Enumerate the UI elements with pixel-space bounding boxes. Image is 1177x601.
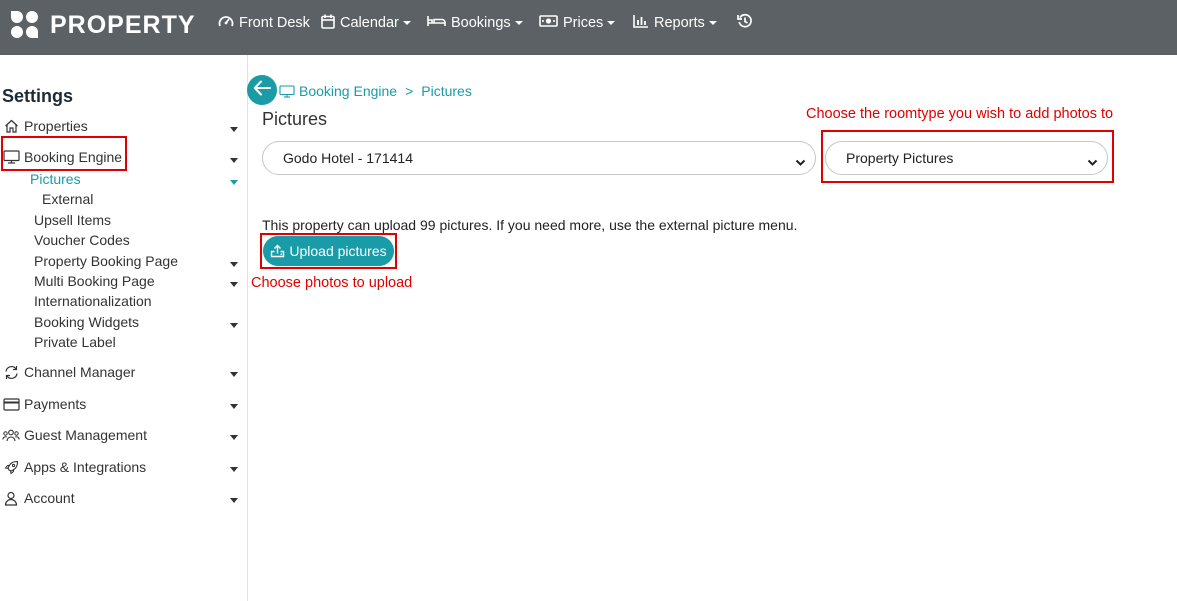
sidebar-subitem-upsell-items[interactable]: Upsell Items	[34, 212, 111, 228]
sidebar-subitem-pictures[interactable]: Pictures	[30, 171, 81, 187]
money-icon	[539, 15, 558, 31]
sidebar-subitem-multi-booking-page[interactable]: Multi Booking Page	[34, 273, 155, 289]
caret-down-icon[interactable]	[230, 282, 238, 287]
sidebar-subitem-voucher-codes[interactable]: Voucher Codes	[34, 232, 130, 248]
caret-down-icon[interactable]	[230, 372, 238, 377]
annotation-roomtype: Choose the roomtype you wish to add phot…	[806, 106, 1114, 122]
caret-down-icon	[708, 21, 717, 25]
caret-down-icon[interactable]	[230, 262, 238, 267]
sidebar-item-label: Payments	[24, 396, 87, 412]
property-select-value: Godo Hotel - 171414	[283, 150, 413, 166]
sidebar-item-label: Channel Manager	[24, 364, 136, 380]
breadcrumb-current: Pictures	[421, 83, 472, 99]
history-button[interactable]	[737, 0, 753, 46]
upload-icon	[271, 244, 285, 258]
sidebar-subitem-private-label[interactable]: Private Label	[34, 334, 116, 350]
user-icon	[0, 491, 22, 506]
sidebar-item-channel-manager[interactable]: Channel Manager	[0, 362, 135, 382]
sidebar-item-apps-integrations[interactable]: Apps & Integrations	[0, 457, 146, 477]
nav-front-desk[interactable]: Front Desk	[218, 0, 310, 46]
upload-pictures-button[interactable]: Upload pictures	[263, 236, 394, 266]
monitor-icon	[0, 150, 22, 164]
sidebar-item-label: Apps & Integrations	[24, 459, 147, 475]
sidebar-title: Settings	[2, 86, 74, 106]
nav-bookings[interactable]: Bookings	[427, 0, 523, 46]
chevron-down-icon	[795, 154, 806, 170]
roomtype-select-value: Property Pictures	[846, 150, 954, 166]
sidebar-item-booking-engine[interactable]: Booking Engine	[0, 147, 122, 167]
sidebar-subitem-property-booking-page[interactable]: Property Booking Page	[34, 253, 178, 269]
brand-name: PROPERTY	[50, 10, 196, 39]
bed-icon	[427, 15, 446, 31]
home-icon	[0, 119, 22, 133]
caret-down-icon	[514, 21, 523, 25]
monitor-icon	[279, 84, 295, 98]
settings-sidebar: Settings Properties Booking Engine Pictu…	[0, 55, 248, 601]
nav-label: Prices	[563, 15, 604, 31]
bar-chart-icon	[633, 14, 649, 32]
sync-icon	[0, 365, 22, 380]
nav-label: Calendar	[340, 15, 399, 31]
caret-down-icon	[607, 21, 616, 25]
upload-limit-info: This property can upload 99 pictures. If…	[262, 217, 798, 233]
caret-down-icon[interactable]	[230, 498, 238, 503]
sidebar-item-label: Account	[24, 490, 75, 506]
nav-reports[interactable]: Reports	[633, 0, 717, 46]
breadcrumb-separator: >	[405, 83, 414, 99]
sidebar-subitem-booking-widgets[interactable]: Booking Widgets	[34, 314, 139, 330]
rocket-icon	[0, 460, 22, 475]
page-title: Pictures	[262, 109, 328, 129]
calendar-icon	[321, 14, 335, 33]
caret-down-icon[interactable]	[230, 435, 238, 440]
nav-label: Front Desk	[239, 15, 310, 31]
caret-down-icon[interactable]	[230, 467, 238, 472]
nav-calendar[interactable]: Calendar	[321, 0, 411, 46]
back-button[interactable]	[247, 75, 277, 105]
gauge-icon	[218, 14, 234, 32]
caret-down-icon[interactable]	[230, 323, 238, 328]
people-icon	[0, 429, 22, 442]
history-icon	[737, 13, 753, 33]
sidebar-item-label: Guest Management	[24, 427, 147, 443]
top-navbar: PROPERTY Front Desk Calendar Bookings Pr…	[0, 0, 1177, 55]
credit-card-icon	[0, 397, 22, 411]
upload-pictures-label: Upload pictures	[289, 243, 387, 259]
sidebar-item-guest-management[interactable]: Guest Management	[0, 425, 147, 445]
nav-label: Bookings	[451, 15, 511, 31]
sidebar-item-account[interactable]: Account	[0, 488, 75, 508]
sidebar-item-payments[interactable]: Payments	[0, 394, 86, 414]
annotation-upload: Choose photos to upload	[251, 275, 413, 291]
chevron-down-icon	[1087, 154, 1098, 170]
sidebar-item-label: Booking Engine	[24, 149, 123, 165]
sidebar-subitem-external[interactable]: External	[42, 191, 93, 207]
caret-down-icon[interactable]	[230, 127, 238, 132]
caret-down-icon[interactable]	[230, 404, 238, 409]
sidebar-item-label: Properties	[24, 118, 88, 134]
arrow-left-icon	[253, 80, 271, 101]
breadcrumb-link-booking-engine[interactable]: Booking Engine	[299, 83, 397, 99]
breadcrumb: Booking Engine > Pictures	[279, 83, 472, 99]
property-select[interactable]: Godo Hotel - 171414	[262, 141, 816, 175]
sidebar-subitem-internationalization[interactable]: Internationalization	[34, 293, 152, 309]
nav-prices[interactable]: Prices	[539, 0, 616, 46]
caret-down-icon[interactable]	[230, 158, 238, 163]
logo-icon	[11, 11, 39, 39]
nav-label: Reports	[654, 15, 705, 31]
roomtype-select[interactable]: Property Pictures	[825, 141, 1108, 175]
sidebar-item-properties[interactable]: Properties	[0, 116, 88, 136]
caret-down-icon[interactable]	[230, 180, 238, 185]
caret-down-icon	[402, 21, 411, 25]
brand-logo[interactable]: PROPERTY	[11, 10, 196, 40]
